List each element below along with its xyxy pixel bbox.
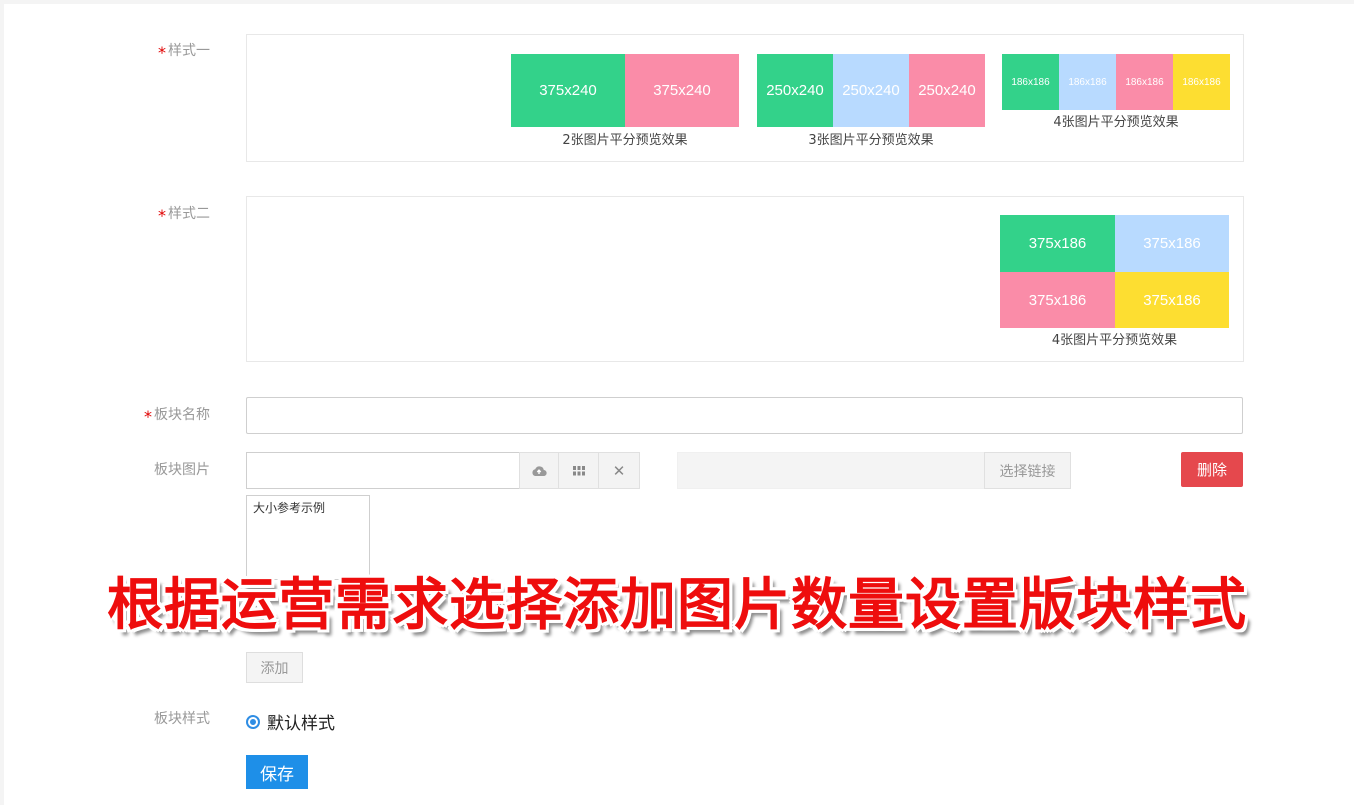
block-name-input[interactable] (246, 397, 1243, 434)
close-icon: ✕ (612, 461, 626, 480)
thumbnail-caption: 大小参考示例 (253, 501, 326, 515)
required-mark: * (158, 206, 166, 225)
preview-tile: 375x240 (511, 54, 625, 127)
save-button[interactable]: 保存 (246, 755, 308, 789)
block-style-label: 板块样式 (154, 711, 210, 727)
preview-tile: 375x186 (1115, 215, 1229, 272)
preview-caption: 4张图片平分预览效果 (1051, 333, 1178, 348)
clear-image-button[interactable]: ✕ (598, 452, 640, 489)
preview-tile: 250x240 (909, 54, 985, 127)
preview-tile: 375x186 (1000, 272, 1115, 328)
block-image-input[interactable] (246, 452, 520, 489)
preview-tile: 186x186 (1059, 54, 1116, 110)
upload-button[interactable] (519, 452, 559, 489)
preview-caption: 4张图片平分预览效果 (1053, 115, 1179, 130)
upload-cloud-icon (532, 465, 547, 476)
block-name-label: * 板块名称 (144, 407, 210, 426)
preview-tile: 186x186 (1002, 54, 1059, 110)
preview-tile: 250x240 (757, 54, 833, 127)
radio-selected-icon (246, 714, 260, 729)
link-input[interactable] (677, 452, 985, 489)
required-mark: * (158, 43, 166, 62)
add-button[interactable]: 添加 (246, 652, 303, 683)
style1-label: * 样式一 (158, 43, 210, 62)
preview-tile: 186x186 (1173, 54, 1230, 110)
preview-caption: 2张图片平分预览效果 (562, 133, 688, 148)
preview-tile: 375x240 (625, 54, 739, 127)
default-style-radio[interactable]: 默认样式 (246, 709, 335, 734)
required-mark: * (144, 407, 152, 426)
banner-overlay: 根据运营需求选择添加图片数量设置版块样式 (107, 573, 1247, 638)
style2-preview-panel[interactable]: 375x186 375x186 375x186 375x186 4张图片平分预览… (246, 196, 1244, 362)
image-library-button[interactable] (558, 452, 599, 489)
style1-preview-panel[interactable]: 375x240 375x240 2张图片平分预览效果 250x240 250x2… (246, 34, 1244, 162)
preview-tile: 375x186 (1000, 215, 1115, 272)
preview-tile: 375x186 (1115, 272, 1229, 328)
preview-tile: 250x240 (833, 54, 909, 127)
delete-button[interactable]: 删除 (1181, 452, 1243, 487)
select-link-button[interactable]: 选择链接 (984, 452, 1071, 489)
radio-label: 默认样式 (267, 714, 335, 734)
preview-tile: 186x186 (1116, 54, 1173, 110)
block-image-label: 板块图片 (154, 462, 210, 478)
grid-icon (572, 465, 585, 475)
style2-label: * 样式二 (158, 206, 210, 225)
preview-caption: 3张图片平分预览效果 (808, 133, 934, 148)
